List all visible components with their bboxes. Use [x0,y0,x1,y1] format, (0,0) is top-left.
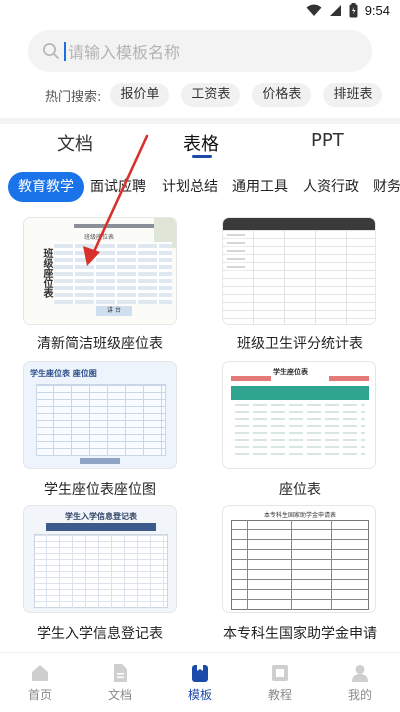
tabbar-profile[interactable]: 我的 [330,663,390,703]
template-thumbnail[interactable]: 学生入学信息登记表 [23,505,177,613]
thumb-side-title: 班级座位表 [41,248,52,298]
category-general-tools[interactable]: 通用工具 [232,172,288,202]
hot-tag-price[interactable]: 价格表 [252,83,312,107]
thumb-title: 学生座位表 座位图 [30,369,97,378]
thumb-title: 本专科生国家助学金申请表 [263,512,336,519]
tabbar-home-label: 首页 [27,688,52,702]
search-input[interactable]: 请输入模板名称 [68,39,180,63]
template-title[interactable]: 清新简洁班级座位表 [10,333,190,353]
tabbar-template[interactable]: 模板 [170,663,230,703]
hot-tag-schedule[interactable]: 排班表 [323,83,383,107]
tabbar-tutorial[interactable]: 教程 [250,663,310,703]
template-title[interactable]: 学生入学信息登记表 [10,623,190,643]
hot-tag-salary[interactable]: 工资表 [181,83,241,107]
bottom-tab-bar: 首页 文档 模板 教程 我的 [0,652,400,712]
template-title[interactable]: 学生座位表座位图 [10,479,190,499]
document-icon [114,664,127,682]
search-icon [43,43,59,59]
battery-icon [349,3,358,18]
status-time: 9:54 [364,3,390,18]
category-row: 教育教学 面试应聘 计划总结 通用工具 人资行政 财务 [0,172,400,202]
thumb-title: 学生入学信息登记表 [65,512,137,521]
annotation-arrow [83,134,149,266]
signal-icon [329,5,341,16]
template-thumbnail[interactable]: 本专科生国家助学金申请表 [222,505,376,613]
tabbar-home[interactable]: 首页 [10,663,70,703]
tab-ppt[interactable]: PPT [311,130,344,151]
section-divider [0,118,400,124]
template-title[interactable]: 本专科生国家助学金申请 [210,623,390,643]
profile-icon [352,665,368,682]
template-icon [192,665,208,682]
status-icons: 9:54 [306,3,390,18]
status-bar: 9:54 [0,0,400,24]
tabbar-document-label: 文档 [107,688,132,702]
tab-active-indicator [192,155,212,158]
home-icon [32,665,48,681]
template-thumbnail[interactable] [222,217,376,325]
main-tabs: 文档 表格 PPT [0,130,400,160]
hot-search-label: 热门搜索: [45,89,102,105]
template-title[interactable]: 班级卫生评分统计表 [210,333,390,353]
hot-tag-quote[interactable]: 报价单 [110,83,170,107]
thumb-podium: 讲 台 [96,306,132,316]
template-thumbnail[interactable]: 学生座位表 座位图 [23,361,177,469]
hot-search-row: 热门搜索: 报价单 工资表 价格表 排班表 [45,82,394,108]
category-hr-admin[interactable]: 人资行政 [303,172,359,202]
category-education[interactable]: 教育教学 [8,172,84,202]
template-title[interactable]: 座位表 [210,479,390,499]
template-thumbnail[interactable]: 学生座位表 [222,361,376,469]
tabbar-tutorial-label: 教程 [267,688,292,702]
category-finance[interactable]: 财务 [373,172,400,202]
text-cursor [64,41,66,61]
tabbar-template-label: 模板 [187,688,212,702]
tabbar-profile-label: 我的 [347,688,372,702]
tutorial-icon [272,665,288,681]
thumb-title: 学生座位表 [273,368,308,376]
search-bar[interactable]: 请输入模板名称 [28,30,372,72]
tabbar-document[interactable]: 文档 [90,663,150,703]
wifi-icon [306,4,322,16]
